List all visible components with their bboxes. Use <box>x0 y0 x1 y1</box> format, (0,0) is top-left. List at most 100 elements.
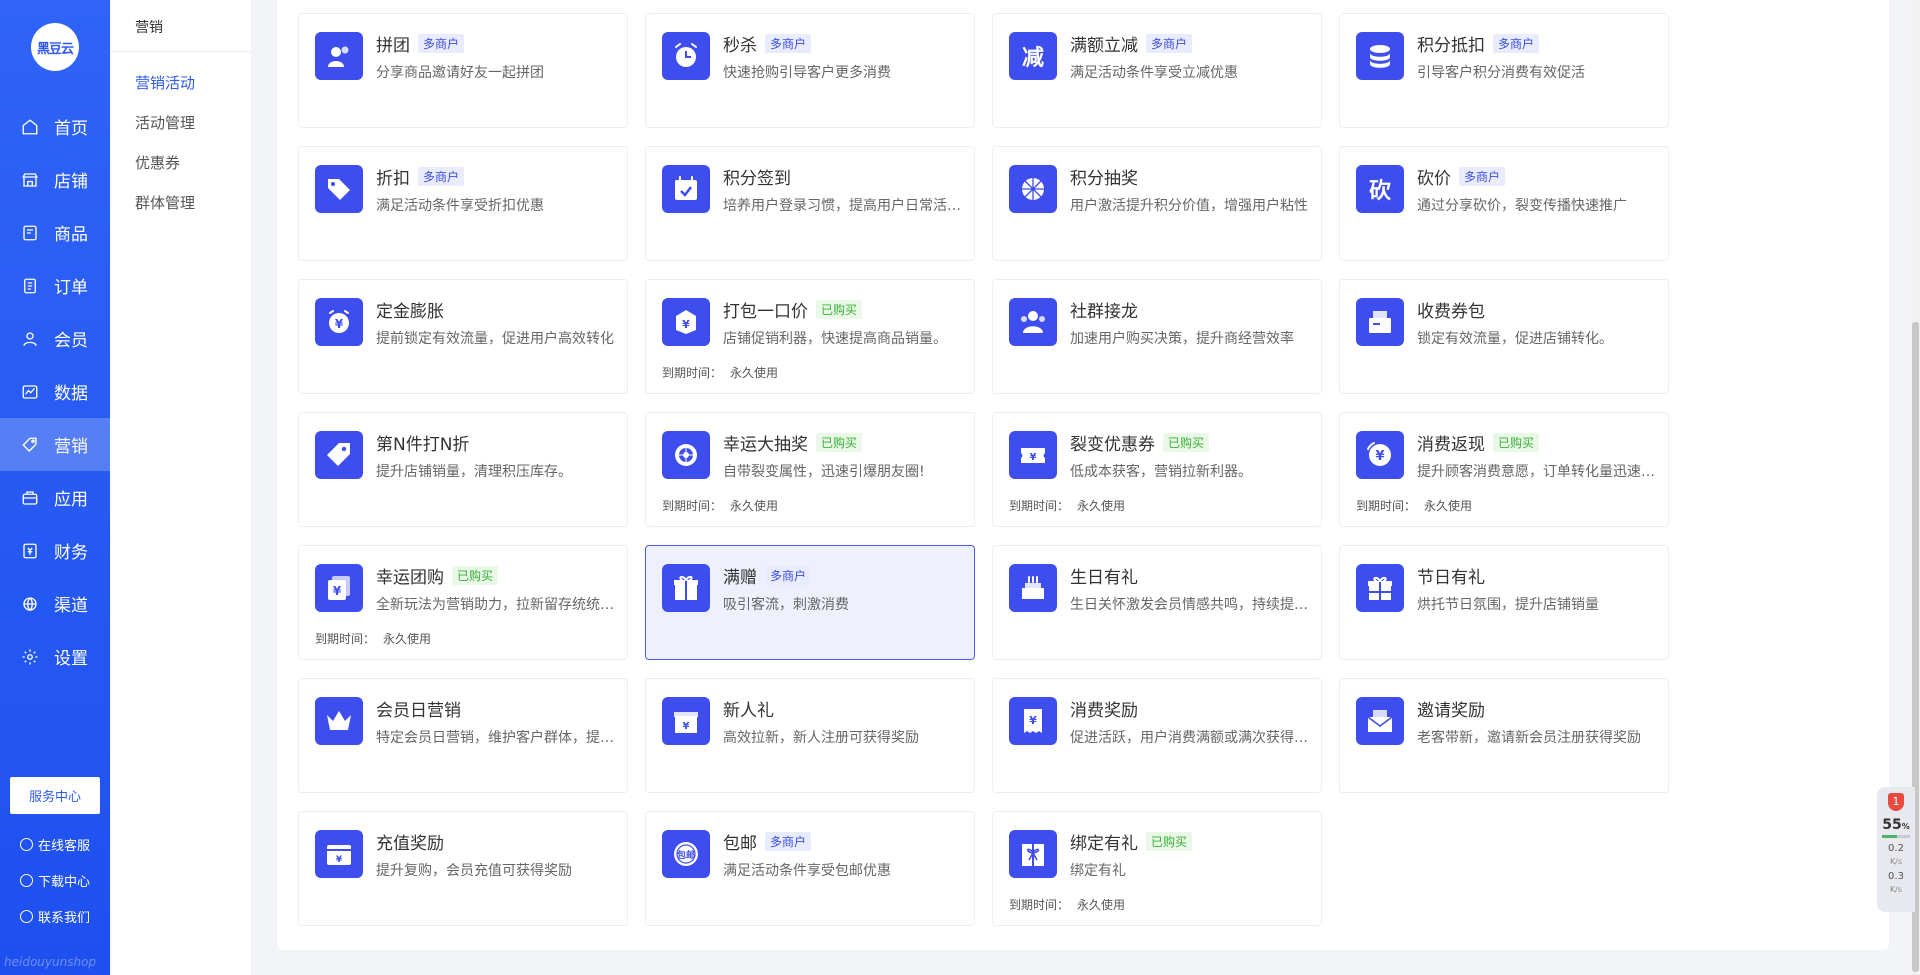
nav-item-label: 设置 <box>54 649 88 669</box>
card-title: 满赠 <box>723 568 757 588</box>
card-title-row: 会员日营销 <box>376 696 461 721</box>
activity-card[interactable]: 节日有礼 烘托节日氛围，提升店铺销量 <box>1339 545 1669 660</box>
download-center-link[interactable]: 下载中心 <box>20 871 90 890</box>
activity-card[interactable]: 折扣 多商户 满足活动条件享受折扣优惠 <box>298 146 628 261</box>
card-description: 锁定有效流量，促进店铺转化。 <box>1417 331 1613 347</box>
activity-card[interactable]: 拼团 多商户 分享商品邀请好友一起拼团 <box>298 13 628 128</box>
alarm-clock-icon <box>662 32 710 80</box>
card-description: 分享商品邀请好友一起拼团 <box>376 65 544 81</box>
brand-logo[interactable]: 黑豆云 <box>31 23 79 71</box>
card-title-row: 积分签到 <box>723 164 791 189</box>
card-title-row: 充值奖励 <box>376 829 444 854</box>
activity-card[interactable]: 绑定有礼 已购买 绑定有礼 到期时间： 永久使用 <box>992 811 1322 926</box>
activity-card[interactable]: ¥ 定金膨胀 提前锁定有效流量，促进用户高效转化 <box>298 279 628 394</box>
nav-item-channel[interactable]: 渠道 <box>0 577 110 630</box>
subnav-item[interactable]: 优惠券 <box>110 143 251 183</box>
card-title-row: 砍价 多商户 <box>1417 164 1506 189</box>
activity-card[interactable]: 生日有礼 生日关怀激发会员情感共鸣，持续提升复购 <box>992 545 1322 660</box>
system-monitor-widget[interactable]: 1 55% 0.2 K/s 0.3 K/s <box>1877 787 1915 912</box>
subnav-item[interactable]: 活动管理 <box>110 103 251 143</box>
logo-text: 黑豆云 <box>36 41 74 57</box>
bargain-char-icon: 砍 <box>1356 165 1404 213</box>
expire-label: 到期时间： <box>1009 898 1070 912</box>
activity-card[interactable]: ¥ 消费奖励 促进活跃，用户消费满额或满次获得奖励 <box>992 678 1322 793</box>
contact-us-label: 联系我们 <box>38 911 91 926</box>
nav-item-finance[interactable]: 财务 <box>0 524 110 577</box>
card-title-row: 收费券包 <box>1417 297 1485 322</box>
download-center-label: 下载中心 <box>38 875 91 890</box>
security-badge-icon: 1 <box>1888 793 1904 811</box>
card-expire: 到期时间： 永久使用 <box>1009 497 1125 514</box>
nav-item-goods[interactable]: 商品 <box>0 206 110 259</box>
label-icon <box>315 431 363 479</box>
activity-card[interactable]: ¥ 新人礼 高效拉新，新人注册可获得奖励 <box>645 678 975 793</box>
nav-item-home[interactable]: 首页 <box>0 100 110 153</box>
activity-card[interactable]: ¥ 消费返现 已购买 提升顾客消费意愿，订单转化量迅速提升 到期时间： 永久使用 <box>1339 412 1669 527</box>
card-title: 砍价 <box>1417 169 1451 189</box>
headset-icon <box>20 910 33 923</box>
card-description: 高效拉新，新人注册可获得奖励 <box>723 730 919 746</box>
card-title: 会员日营销 <box>376 701 461 721</box>
card-title-row: 裂变优惠券 已购买 <box>1070 430 1210 455</box>
card-description: 低成本获客，营销拉新利器。 <box>1070 464 1252 480</box>
activity-card[interactable]: ¥ 幸运团购 已购买 全新玩法为营销助力，拉新留存统统搞定 到期时间： 永久使用 <box>298 545 628 660</box>
card-title: 生日有礼 <box>1070 568 1138 588</box>
activity-card[interactable]: 减 满额立减 多商户 满足活动条件享受立减优惠 <box>992 13 1322 128</box>
calendar-check-icon <box>662 165 710 213</box>
subnav-item[interactable]: 群体管理 <box>110 183 251 223</box>
nav-item-tag[interactable]: 营销 <box>0 418 110 471</box>
card-title: 包邮 <box>723 834 757 854</box>
expire-value: 永久使用 <box>1077 499 1126 513</box>
activity-card[interactable]: ¥ 打包一口价 已购买 店铺促销利器，快速提高商品销量。 到期时间： 永久使用 <box>645 279 975 394</box>
card-title: 社群接龙 <box>1070 302 1138 322</box>
activity-card[interactable]: 秒杀 多商户 快速抢购引导客户更多消费 <box>645 13 975 128</box>
activity-card[interactable]: 邀请奖励 老客带新，邀请新会员注册获得奖励 <box>1339 678 1669 793</box>
package-yen-icon: ¥ <box>662 298 710 346</box>
gear-icon <box>20 647 40 667</box>
card-title: 裂变优惠券 <box>1070 435 1155 455</box>
nav-item-store[interactable]: 店铺 <box>0 153 110 206</box>
activity-card[interactable]: 砍砍价 多商户 通过分享砍价，裂变传播快速推广 <box>1339 146 1669 261</box>
card-description: 吸引客流，刺激消费 <box>723 597 849 613</box>
activity-card[interactable]: 包邮 包邮 多商户 满足活动条件享受包邮优惠 <box>645 811 975 926</box>
nav-item-app[interactable]: 应用 <box>0 471 110 524</box>
nav-item-label: 商品 <box>54 225 88 245</box>
tag-icon <box>20 435 40 455</box>
expire-label: 到期时间： <box>315 632 376 646</box>
card-description: 提升顾客消费意愿，订单转化量迅速提升 <box>1417 464 1657 480</box>
activity-card[interactable]: 积分抽奖 用户激活提升积分价值，增强用户粘性 <box>992 146 1322 261</box>
activity-card[interactable]: 第N件打N折 提升店铺销量，清理积压库存。 <box>298 412 628 527</box>
wallet-yen-icon: ¥ <box>315 830 363 878</box>
activity-card[interactable]: 积分签到 培养用户登录习惯，提高用户日常活跃度 <box>645 146 975 261</box>
card-title: 打包一口价 <box>723 302 808 322</box>
expire-label: 到期时间： <box>1356 499 1417 513</box>
cpu-percent: 55% <box>1877 817 1915 833</box>
contact-us-link[interactable]: 联系我们 <box>20 907 90 926</box>
activity-card[interactable]: 收费券包锁定有效流量，促进店铺转化。 <box>1339 279 1669 394</box>
bottom-strip <box>251 950 1920 975</box>
nav-item-chart[interactable]: 数据 <box>0 365 110 418</box>
nav-item-label: 首页 <box>54 119 88 139</box>
service-center-button[interactable]: 服务中心 <box>10 777 100 814</box>
card-title: 积分抽奖 <box>1070 169 1138 189</box>
price-tag-icon <box>315 165 363 213</box>
activity-card[interactable]: ¥ 充值奖励 提升复购，会员充值可获得奖励 <box>298 811 628 926</box>
online-support-link[interactable]: 在线客服 <box>20 835 90 854</box>
activity-card[interactable]: 积分抵扣 多商户 引导客户积分消费有效促活 <box>1339 13 1669 128</box>
online-support-label: 在线客服 <box>38 839 91 854</box>
nav-item-gear[interactable]: 设置 <box>0 630 110 683</box>
nav-item-member[interactable]: 会员 <box>0 312 110 365</box>
secondary-sidebar: 营销 营销活动 活动管理 优惠券 群体管理 <box>110 0 251 975</box>
activity-card[interactable]: ¥ 裂变优惠券 已购买 低成本获客，营销拉新利器。 到期时间： 永久使用 <box>992 412 1322 527</box>
card-title: 收费券包 <box>1417 302 1485 322</box>
expire-label: 到期时间： <box>662 499 723 513</box>
cpu-usage-bar <box>1882 835 1910 838</box>
activity-card[interactable]: 幸运大抽奖 已购买 自带裂变属性，迅速引爆朋友圈! 到期时间： 永久使用 <box>645 412 975 527</box>
activity-card[interactable]: 满赠 多商户 吸引客流，刺激消费 <box>645 545 975 660</box>
card-title: 消费返现 <box>1417 435 1485 455</box>
card-tag: 多商户 <box>418 167 465 186</box>
subnav-item[interactable]: 营销活动 <box>110 63 251 103</box>
activity-card[interactable]: 会员日营销 特定会员日营销，维护客户群体，提升复购 <box>298 678 628 793</box>
activity-card[interactable]: 社群接龙 加速用户购买决策，提升商经营效率 <box>992 279 1322 394</box>
nav-item-order[interactable]: 订单 <box>0 259 110 312</box>
